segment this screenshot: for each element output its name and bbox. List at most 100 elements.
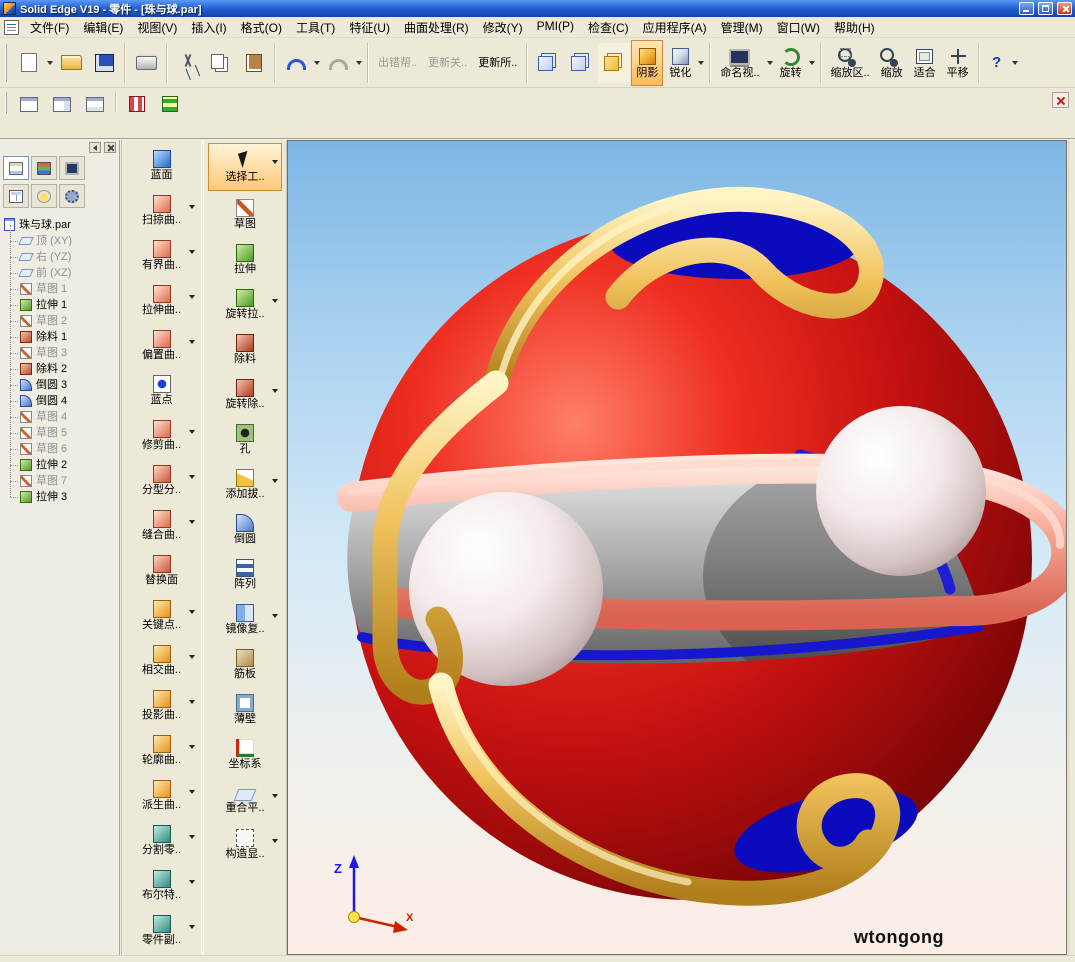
feature-tool-button[interactable]: 构造显.. <box>208 822 282 866</box>
feature-tool-button[interactable]: 坐标系 <box>208 732 282 776</box>
dropdown-arrow-icon[interactable] <box>272 614 278 618</box>
error-assistant-button[interactable]: 出错帮.. <box>373 40 422 86</box>
wireframe-view-button[interactable] <box>532 43 564 83</box>
menu-item[interactable]: 曲面处理(R) <box>397 17 476 38</box>
edgebar-close-button[interactable] <box>104 142 116 153</box>
pan-button[interactable]: 平移 <box>942 40 974 86</box>
menu-item[interactable]: 格式(O) <box>234 17 289 38</box>
surface-tool-button[interactable]: 蓝面 <box>125 143 199 187</box>
menu-item[interactable]: 特征(U) <box>342 17 397 38</box>
save-button[interactable] <box>88 43 120 83</box>
surface-tool-button[interactable]: 相交曲.. <box>125 638 199 682</box>
surface-tool-button[interactable]: 零件副.. <box>125 908 199 952</box>
menu-item[interactable]: 工具(T) <box>289 17 342 38</box>
playback-tab[interactable] <box>31 184 57 208</box>
toolbar-grip[interactable] <box>5 92 9 114</box>
toolbar-grip[interactable] <box>5 43 9 82</box>
tree-item[interactable]: 除料 2 <box>4 353 117 377</box>
model-canvas[interactable]: Z X <box>288 141 1067 955</box>
undo-dropdown-icon[interactable] <box>314 60 320 65</box>
menu-item[interactable]: 窗口(W) <box>770 17 827 38</box>
fit-button[interactable]: 适合 <box>909 40 941 86</box>
tree-item[interactable]: 除料 1 <box>4 321 117 345</box>
dropdown-arrow-icon[interactable] <box>272 479 278 483</box>
window-layout-button-3[interactable] <box>79 92 111 116</box>
feature-tool-button[interactable]: 倒圆 <box>208 507 282 551</box>
model-viewport[interactable]: Z X wtongong <box>287 140 1067 955</box>
shaded-edges-view-button[interactable] <box>598 42 631 83</box>
layers-tab[interactable] <box>31 156 57 180</box>
dropdown-arrow-icon[interactable] <box>188 250 195 254</box>
cut-button[interactable] <box>172 43 204 83</box>
surface-tool-button[interactable]: 缝合曲.. <box>125 503 199 547</box>
feature-tool-button[interactable]: 旋转拉.. <box>208 282 282 326</box>
feature-tool-button[interactable]: 除料 <box>208 327 282 371</box>
window-layout-button-1[interactable] <box>13 92 45 116</box>
menu-item[interactable]: 管理(M) <box>714 17 770 38</box>
surface-tool-button[interactable]: 分割零.. <box>125 818 199 862</box>
dropdown-arrow-icon[interactable] <box>272 160 278 164</box>
dropdown-arrow-icon[interactable] <box>272 839 278 843</box>
pearl-sphere-right[interactable] <box>816 406 986 576</box>
sensors-tab[interactable] <box>59 156 85 180</box>
named-views-dropdown-icon[interactable] <box>766 60 773 65</box>
dropdown-arrow-icon[interactable] <box>188 880 195 884</box>
dropdown-arrow-icon[interactable] <box>188 835 195 839</box>
minimize-button[interactable] <box>1019 2 1034 15</box>
surface-tool-button[interactable]: 有界曲.. <box>125 233 199 277</box>
feature-tool-button[interactable]: 草图 <box>208 192 282 236</box>
surface-tool-button[interactable]: 关键点.. <box>125 593 199 637</box>
dropdown-arrow-icon[interactable] <box>188 520 195 524</box>
edgebar-dock-button[interactable] <box>89 142 101 153</box>
dropdown-arrow-icon[interactable] <box>188 295 195 299</box>
menu-item[interactable]: 视图(V) <box>130 17 184 38</box>
alternate-assemblies-tab[interactable] <box>59 184 85 208</box>
paste-button[interactable] <box>238 43 270 83</box>
feature-tool-button[interactable]: 重合平.. <box>208 777 282 821</box>
tree-item[interactable]: 草图 2 <box>4 305 117 329</box>
print-button[interactable] <box>130 43 162 83</box>
feature-tool-button[interactable]: 筋板 <box>208 642 282 686</box>
undo-button[interactable] <box>280 43 312 83</box>
menu-item[interactable]: 帮助(H) <box>827 17 882 38</box>
surface-tool-button[interactable]: 轮廓曲.. <box>125 728 199 772</box>
dropdown-arrow-icon[interactable] <box>188 655 195 659</box>
surface-tool-button[interactable]: 替换面 <box>125 548 199 592</box>
menu-item[interactable]: 插入(I) <box>184 17 233 38</box>
redo-button[interactable] <box>322 43 354 83</box>
feature-tool-button[interactable]: 旋转除.. <box>208 372 282 416</box>
rotate-dropdown-icon[interactable] <box>808 60 815 65</box>
dropdown-arrow-icon[interactable] <box>188 925 195 929</box>
tree-item[interactable]: 顶 (XY) <box>4 225 117 249</box>
dropdown-arrow-icon[interactable] <box>272 794 278 798</box>
face-painter-button[interactable] <box>154 92 186 116</box>
feature-tool-button[interactable]: 孔 <box>208 417 282 461</box>
menu-item[interactable]: 文件(F) <box>23 17 76 38</box>
tree-item[interactable]: 草图 1 <box>4 273 117 297</box>
feature-tool-button[interactable]: 选择工.. <box>208 143 282 191</box>
menu-item[interactable]: 编辑(E) <box>76 17 130 38</box>
dropdown-arrow-icon[interactable] <box>188 700 195 704</box>
title-bar[interactable]: Solid Edge V19 - 零件 - [珠与球.par] <box>0 0 1075 17</box>
rotate-view-button[interactable]: 旋转 <box>775 40 807 86</box>
tree-item[interactable]: 拉伸 3 <box>4 481 117 505</box>
tree-root-item[interactable]: 珠与球.par <box>4 216 117 233</box>
surface-tool-button[interactable]: 拉伸曲.. <box>125 278 199 322</box>
menu-item[interactable]: 应用程序(A) <box>636 17 714 38</box>
dropdown-arrow-icon[interactable] <box>188 475 195 479</box>
surface-tool-button[interactable]: 偏置曲.. <box>125 323 199 367</box>
feature-tool-button[interactable]: 阵列 <box>208 552 282 596</box>
surface-tool-button[interactable]: 布尔特.. <box>125 863 199 907</box>
copy-button[interactable] <box>205 43 237 83</box>
surface-tool-button[interactable]: 修剪曲.. <box>125 413 199 457</box>
surface-tool-button[interactable]: 投影曲.. <box>125 683 199 727</box>
feature-tool-button[interactable]: 拉伸 <box>208 237 282 281</box>
dropdown-arrow-icon[interactable] <box>188 745 195 749</box>
new-document-button[interactable] <box>13 43 45 83</box>
dropdown-arrow-icon[interactable] <box>188 790 195 794</box>
tree-item[interactable]: 倒圆 4 <box>4 385 117 409</box>
tree-item[interactable]: 草图 4 <box>4 401 117 425</box>
help-button[interactable]: ? <box>984 43 1010 83</box>
help-dropdown-icon[interactable] <box>1011 60 1018 65</box>
tree-item[interactable]: 拉伸 1 <box>4 289 117 313</box>
